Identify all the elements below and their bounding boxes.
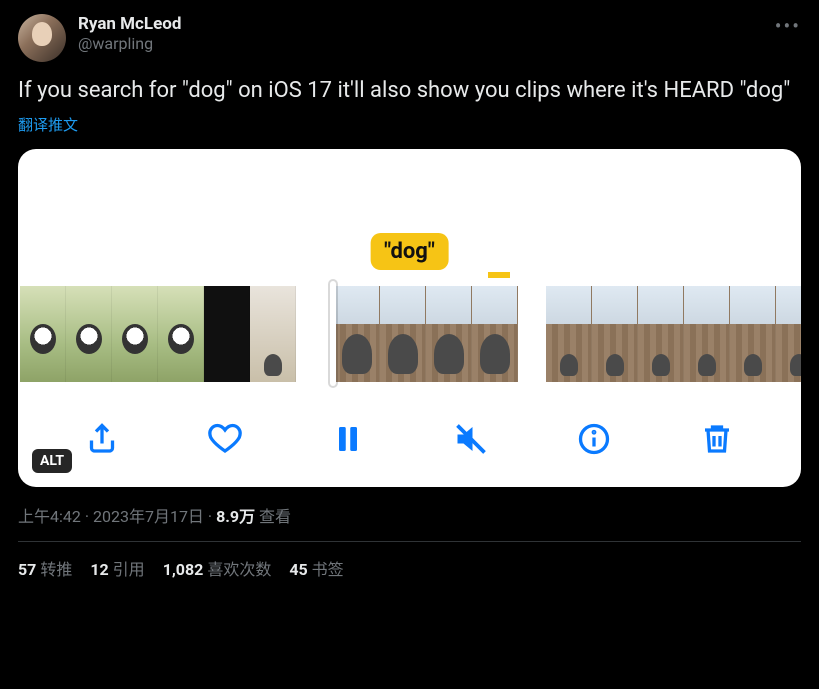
share-icon[interactable] xyxy=(80,417,124,461)
tweet-meta: 上午4:42 · 2023年7月17日 · 8.9万 查看 xyxy=(18,503,801,527)
video-timeline[interactable] xyxy=(18,286,801,382)
pause-icon[interactable] xyxy=(326,417,370,461)
heart-icon[interactable] xyxy=(203,417,247,461)
views-count: 8.9万 xyxy=(216,507,255,526)
views-label: 查看 xyxy=(259,507,291,526)
media-controls xyxy=(18,417,801,461)
info-icon[interactable] xyxy=(572,417,616,461)
stat-retweets[interactable]: 57 转推 xyxy=(18,556,72,580)
stat-bookmarks[interactable]: 45 书签 xyxy=(289,556,343,580)
badge-tick xyxy=(488,272,510,278)
tweet-text: If you search for "dog" on iOS 17 it'll … xyxy=(18,76,801,106)
trash-icon[interactable] xyxy=(695,417,739,461)
tweet-stats: 57 转推 12 引用 1,082 喜欢次数 45 书签 xyxy=(18,542,801,594)
stat-likes[interactable]: 1,082 喜欢次数 xyxy=(163,556,272,580)
alt-badge[interactable]: ALT xyxy=(32,449,72,473)
author-display-name: Ryan McLeod xyxy=(78,14,801,34)
clip-segment-active[interactable] xyxy=(324,286,518,382)
mute-icon[interactable] xyxy=(449,417,493,461)
more-options-button[interactable]: ••• xyxy=(775,14,801,38)
tweet-container: Ryan McLeod @warpling ••• If you search … xyxy=(0,0,819,594)
playhead[interactable] xyxy=(330,281,336,387)
tweet-time[interactable]: 上午4:42 xyxy=(18,507,81,526)
tweet-date[interactable]: 2023年7月17日 xyxy=(93,507,204,526)
clip-segment[interactable] xyxy=(546,286,801,382)
media-card[interactable]: "dog" xyxy=(18,149,801,487)
author-handle: @warpling xyxy=(78,34,801,53)
clip-segment[interactable] xyxy=(20,286,296,382)
tweet-header: Ryan McLeod @warpling ••• xyxy=(18,14,801,62)
stat-quotes[interactable]: 12 引用 xyxy=(90,556,144,580)
avatar[interactable] xyxy=(18,14,66,62)
author-names[interactable]: Ryan McLeod @warpling xyxy=(78,14,801,53)
translate-link[interactable]: 翻译推文 xyxy=(18,114,801,135)
search-match-badge: "dog" xyxy=(370,233,449,270)
